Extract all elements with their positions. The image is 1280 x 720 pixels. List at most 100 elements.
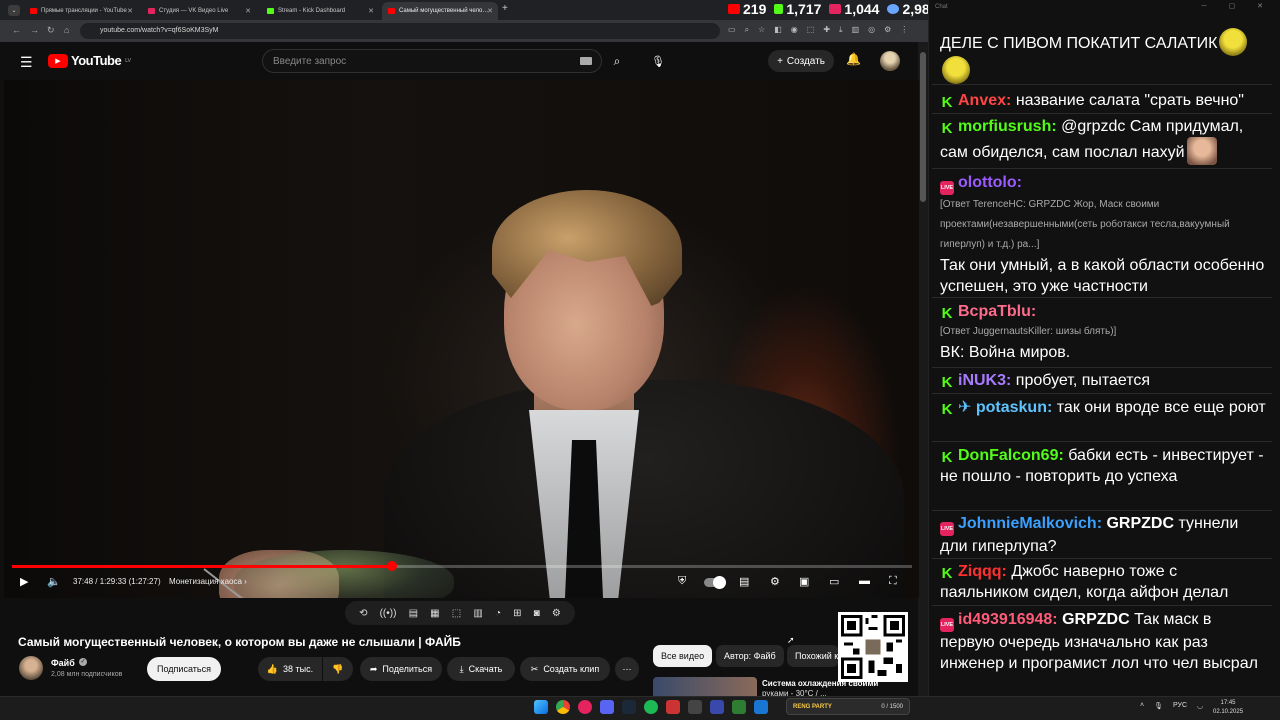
plus-icon: +	[777, 55, 783, 67]
forward-icon[interactable]: →	[30, 25, 39, 35]
split-icon[interactable]: ▥	[852, 25, 860, 35]
autoplay-toggle[interactable]	[704, 576, 726, 589]
discord-icon[interactable]	[600, 700, 614, 714]
puzzle-icon[interactable]: ✚	[823, 25, 830, 35]
back-icon[interactable]: ←	[12, 25, 21, 35]
app-icon[interactable]	[688, 700, 702, 714]
account-avatar[interactable]	[880, 51, 900, 71]
theater-mode-icon[interactable]: ▭	[829, 575, 839, 588]
tab-vk-studio[interactable]: Студия — VK Видео Live ✕	[142, 2, 256, 20]
search-button[interactable]: ⌕	[604, 49, 630, 73]
chevron-up-icon[interactable]: ˄	[1140, 702, 1144, 710]
app-icon[interactable]	[666, 700, 680, 714]
url-field[interactable]: youtube.com/watch?v=qf6SoKM3SyM	[80, 23, 720, 39]
hamburger-menu-icon[interactable]: ☰	[20, 54, 33, 71]
chat-divider	[932, 510, 1272, 511]
clapperboard-icon[interactable]: ▦	[430, 608, 439, 619]
broadcast-icon[interactable]: ((•))	[380, 608, 397, 619]
vk-live-badge-icon: LIVE	[940, 181, 954, 195]
channel-name[interactable]: Файб	[51, 658, 75, 668]
youtube-logo[interactable]: ▶ YouTube LV	[48, 53, 131, 68]
create-button[interactable]: + Создать	[768, 50, 834, 72]
keyboard-icon[interactable]	[580, 57, 592, 65]
more-actions-button[interactable]: ⋯	[615, 657, 639, 681]
miniplayer-icon[interactable]: ▣	[799, 575, 809, 588]
speedometer-icon[interactable]: ◔	[495, 608, 501, 619]
app-icon[interactable]	[710, 700, 724, 714]
download-icon[interactable]: ⤓	[839, 25, 843, 35]
system-clock[interactable]: 17:45 02.10.2025	[1213, 699, 1243, 717]
recommended-video-thumbnail[interactable]	[653, 677, 757, 696]
search-input[interactable]: Введите запрос	[262, 49, 602, 73]
tab-search-button[interactable]: ⌄	[8, 5, 20, 16]
sponsorblock-shield-icon[interactable]: ⛨	[678, 575, 686, 588]
new-tab-button[interactable]: +	[502, 3, 508, 14]
start-windows-icon[interactable]	[534, 700, 548, 714]
tab-label: Студия — VK Видео Live	[159, 8, 229, 14]
settings-gear-icon[interactable]: ⚙	[552, 608, 561, 619]
video-player[interactable]	[4, 80, 919, 598]
menu-dots-icon[interactable]: ⋮	[900, 25, 908, 35]
playlist-icon[interactable]: ▤	[409, 608, 418, 619]
share-button[interactable]: ➦ Поделиться	[360, 657, 442, 681]
scrollbar-thumb[interactable]	[920, 52, 926, 202]
gear-icon[interactable]: ⚙	[884, 25, 891, 35]
extension-icon[interactable]: ◧	[774, 25, 782, 35]
progress-scrubber[interactable]	[386, 561, 397, 571]
window-controls[interactable]: ─ ▢ ✕	[1202, 2, 1273, 10]
close-tab-icon[interactable]: ✕	[245, 7, 251, 15]
extension-icon[interactable]: ◉	[791, 25, 798, 35]
youtube-icon	[728, 4, 740, 14]
profile-icon[interactable]: ◎	[868, 25, 875, 35]
chrome-icon[interactable]	[556, 700, 570, 714]
notifications-bell-icon[interactable]: 🔔	[846, 52, 861, 66]
emote-icon	[942, 56, 970, 84]
recommended-video-title[interactable]: Система охлаждения своими	[762, 679, 878, 688]
film-icon[interactable]: ▥	[473, 608, 482, 619]
dislike-button[interactable]: 👎	[323, 657, 353, 681]
chip-all-videos[interactable]: Все видео	[653, 645, 713, 667]
channel-avatar[interactable]	[19, 656, 43, 680]
close-tab-icon[interactable]: ✕	[487, 7, 493, 15]
volume-icon[interactable]: 🔈	[47, 575, 61, 588]
download-button[interactable]: ⤓ Скачать	[447, 657, 515, 681]
app-icon[interactable]	[754, 700, 768, 714]
subscribe-button[interactable]: Подписаться	[147, 657, 221, 681]
chapter-title[interactable]: Монетизация хаоса ›	[169, 577, 247, 586]
input-language[interactable]: РУС	[1173, 702, 1187, 710]
extension-icon[interactable]: ⬚	[807, 25, 815, 35]
chip-author[interactable]: Автор: Файб	[716, 645, 784, 667]
steam-icon[interactable]	[622, 700, 636, 714]
clip-button[interactable]: ✂ Создать клип	[520, 657, 610, 681]
camera-icon[interactable]: ◙	[534, 608, 540, 619]
crop-icon[interactable]: ⬚	[452, 608, 461, 619]
subtitles-icon[interactable]: ▤	[739, 575, 749, 588]
zoom-icon[interactable]: ⌕	[745, 25, 749, 35]
bookmark-star-icon[interactable]: ☆	[758, 25, 765, 35]
play-icon[interactable]: ▶	[20, 575, 28, 588]
subscriber-count: 2,08 млн подписчиков	[51, 671, 123, 678]
microphone-icon[interactable]: 🎙	[1154, 702, 1163, 710]
tab-youtube-live[interactable]: Прямые трансляции - YouTube ✕	[24, 2, 138, 20]
close-tab-icon[interactable]: ✕	[127, 7, 133, 15]
chip-similar[interactable]: Похожий к	[787, 645, 839, 667]
spotify-icon[interactable]	[644, 700, 658, 714]
home-icon[interactable]: ⌂	[64, 25, 69, 35]
loop-icon[interactable]: ⟲	[359, 608, 367, 619]
reload-icon[interactable]: ↻	[47, 25, 55, 36]
cast-icon[interactable]: ▭	[728, 25, 736, 35]
emote-icon	[1186, 137, 1217, 165]
like-button[interactable]: 👍 38 тыс.	[258, 657, 322, 681]
app-icon[interactable]	[732, 700, 746, 714]
tab-current-video[interactable]: Самый могущественный чело… ✕	[382, 2, 498, 20]
vk-app-icon[interactable]	[578, 700, 592, 714]
thumbs-down-icon: 👎	[332, 663, 344, 674]
cinema-icon[interactable]: ▬	[859, 575, 870, 587]
close-tab-icon[interactable]: ✕	[368, 7, 374, 15]
fullscreen-icon[interactable]: ⛶	[889, 575, 897, 588]
tab-kick-dashboard[interactable]: Stream - Kick Dashboard ✕	[261, 2, 379, 20]
voice-search-button[interactable]: 🎙	[646, 50, 670, 72]
add-box-icon[interactable]: ⊞	[513, 608, 521, 619]
wifi-icon[interactable]: ◡	[1197, 702, 1203, 710]
settings-gear-icon[interactable]: ⚙	[770, 575, 780, 588]
